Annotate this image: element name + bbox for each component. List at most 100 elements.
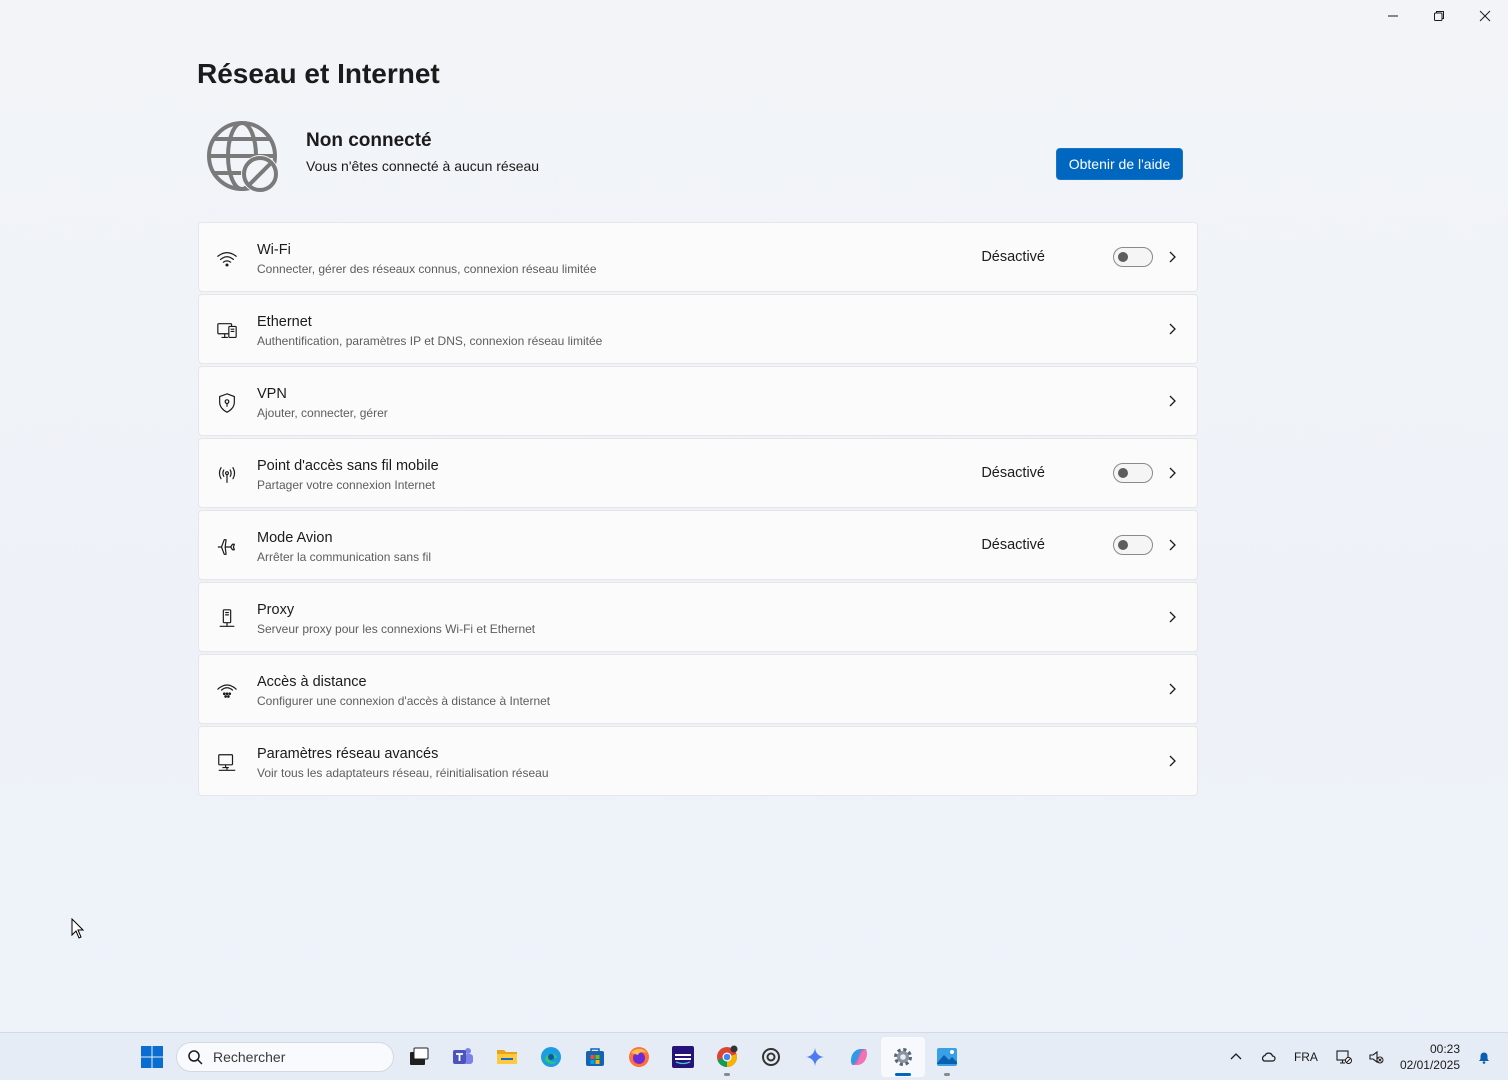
taskbar-chatgpt[interactable] — [749, 1037, 793, 1077]
setting-wifi[interactable]: Wi-Fi Connecter, gérer des réseaux connu… — [198, 222, 1198, 292]
ethernet-icon — [215, 319, 239, 343]
taskbar-store[interactable] — [573, 1037, 617, 1077]
setting-advanced-network[interactable]: Paramètres réseau avancés Voir tous les … — [198, 726, 1198, 796]
setting-title: Paramètres réseau avancés — [257, 746, 439, 762]
search-placeholder: Rechercher — [213, 1049, 286, 1065]
setting-description: Voir tous les adaptateurs réseau, réinit… — [257, 766, 549, 780]
taskbar-copilot[interactable] — [837, 1037, 881, 1077]
onedrive-button[interactable] — [1252, 1041, 1284, 1073]
clock-time: 00:23 — [1429, 1042, 1460, 1056]
amazon-music-icon — [672, 1046, 694, 1068]
airplane-icon — [215, 535, 239, 559]
folder-icon — [497, 1050, 517, 1064]
taskbar-task-view[interactable] — [397, 1037, 441, 1077]
chevron-right-icon — [1169, 323, 1176, 335]
show-hidden-icons-button[interactable] — [1220, 1041, 1252, 1073]
toggle-state-label: Désactivé — [981, 537, 1045, 553]
setting-title: VPN — [257, 386, 287, 402]
globe-disconnected-icon — [207, 121, 279, 193]
chevron-right-icon — [1169, 755, 1176, 767]
setting-title: Wi-Fi — [257, 242, 291, 258]
setting-title: Ethernet — [257, 314, 312, 330]
page-title: Réseau et Internet — [197, 58, 440, 89]
volume-button[interactable] — [1360, 1041, 1392, 1073]
start-button[interactable] — [134, 1039, 170, 1075]
setting-description: Authentification, paramètres IP et DNS, … — [257, 334, 603, 348]
dialup-icon — [215, 679, 239, 703]
chevron-right-icon — [1169, 395, 1176, 407]
status-title: Non connecté — [306, 130, 432, 151]
setting-title: Point d'accès sans fil mobile — [257, 458, 439, 474]
chevron-right-icon — [1169, 611, 1176, 623]
taskbar-apps — [397, 1037, 969, 1077]
airplane-mode-toggle[interactable] — [1113, 535, 1153, 555]
chevron-up-icon — [1230, 1053, 1242, 1060]
close-icon — [1479, 10, 1491, 22]
taskbar-settings[interactable] — [881, 1037, 925, 1077]
setting-vpn[interactable]: VPN Ajouter, connecter, gérer — [198, 366, 1198, 436]
chevron-right-icon — [1169, 539, 1176, 551]
setting-description: Connecter, gérer des réseaux connus, con… — [257, 262, 597, 276]
taskbar-amazon-music[interactable] — [661, 1037, 705, 1077]
taskbar-firefox[interactable] — [617, 1037, 661, 1077]
teams-icon — [453, 1048, 473, 1064]
taskbar-chrome[interactable] — [705, 1037, 749, 1077]
setting-mobile-hotspot[interactable]: Point d'accès sans fil mobile Partager v… — [198, 438, 1198, 508]
taskbar-gemini[interactable] — [793, 1037, 837, 1077]
taskbar-file-explorer[interactable] — [485, 1037, 529, 1077]
setting-description: Arrêter la communication sans fil — [257, 550, 432, 564]
clock-date: 02/01/2025 — [1399, 1058, 1460, 1072]
chevron-right-icon — [1169, 251, 1176, 263]
setting-title: Proxy — [257, 602, 295, 618]
restore-button[interactable] — [1416, 0, 1462, 32]
wifi-toggle[interactable] — [1113, 247, 1153, 267]
setting-ethernet[interactable]: Ethernet Authentification, paramètres IP… — [198, 294, 1198, 364]
taskbar: Rechercher FRA 00:23 02/01/2025 — [0, 1032, 1508, 1080]
firefox-icon — [629, 1047, 649, 1067]
gear-icon — [894, 1048, 912, 1066]
advanced-network-icon — [215, 751, 239, 775]
store-icon — [586, 1048, 604, 1066]
chevron-right-icon — [1169, 683, 1176, 695]
network-status-button[interactable] — [1328, 1041, 1360, 1073]
task-view-icon — [410, 1047, 429, 1065]
toggle-state-label: Désactivé — [981, 465, 1045, 481]
setting-description: Ajouter, connecter, gérer — [257, 406, 388, 420]
settings-window: Réseau et Internet Non connecté Vous n'ê… — [0, 0, 1508, 1032]
taskbar-edge[interactable] — [529, 1037, 573, 1077]
hotspot-toggle[interactable] — [1113, 463, 1153, 483]
edge-icon — [541, 1047, 561, 1067]
chatgpt-icon — [762, 1048, 780, 1066]
settings-list: Wi-Fi Connecter, gérer des réseaux connu… — [198, 222, 1198, 798]
taskbar-teams[interactable] — [441, 1037, 485, 1077]
taskbar-search[interactable]: Rechercher — [176, 1042, 394, 1072]
input-language-indicator[interactable]: FRA — [1284, 1050, 1328, 1064]
close-button[interactable] — [1462, 0, 1508, 32]
notifications-button[interactable] — [1468, 1041, 1500, 1073]
wifi-icon — [215, 247, 239, 271]
search-icon — [188, 1050, 203, 1065]
network-disconnected-icon — [1336, 1050, 1352, 1064]
taskbar-clock[interactable]: 00:23 02/01/2025 — [1392, 1041, 1468, 1073]
setting-title: Mode Avion — [257, 530, 333, 546]
setting-description: Configurer une connexion d'accès à dista… — [257, 694, 551, 708]
setting-dial-up[interactable]: Accès à distance Configurer une connexio… — [198, 654, 1198, 724]
gemini-icon — [805, 1047, 825, 1067]
proxy-icon — [215, 607, 239, 631]
setting-proxy[interactable]: Proxy Serveur proxy pour les connexions … — [198, 582, 1198, 652]
toggle-state-label: Désactivé — [981, 249, 1045, 265]
hotspot-icon — [215, 463, 239, 487]
copilot-icon — [851, 1049, 867, 1065]
setting-description: Serveur proxy pour les connexions Wi-Fi … — [257, 622, 536, 636]
chrome-icon — [717, 1045, 738, 1067]
setting-airplane-mode[interactable]: Mode Avion Arrêter la communication sans… — [198, 510, 1198, 580]
window-controls — [1370, 0, 1508, 32]
bell-icon — [1479, 1052, 1489, 1064]
minimize-icon — [1388, 15, 1398, 17]
minimize-button[interactable] — [1370, 0, 1416, 32]
get-help-button[interactable]: Obtenir de l'aide — [1056, 148, 1183, 180]
volume-muted-icon — [1369, 1050, 1384, 1064]
photos-icon — [937, 1048, 957, 1066]
taskbar-photos[interactable] — [925, 1037, 969, 1077]
chevron-right-icon — [1169, 467, 1176, 479]
